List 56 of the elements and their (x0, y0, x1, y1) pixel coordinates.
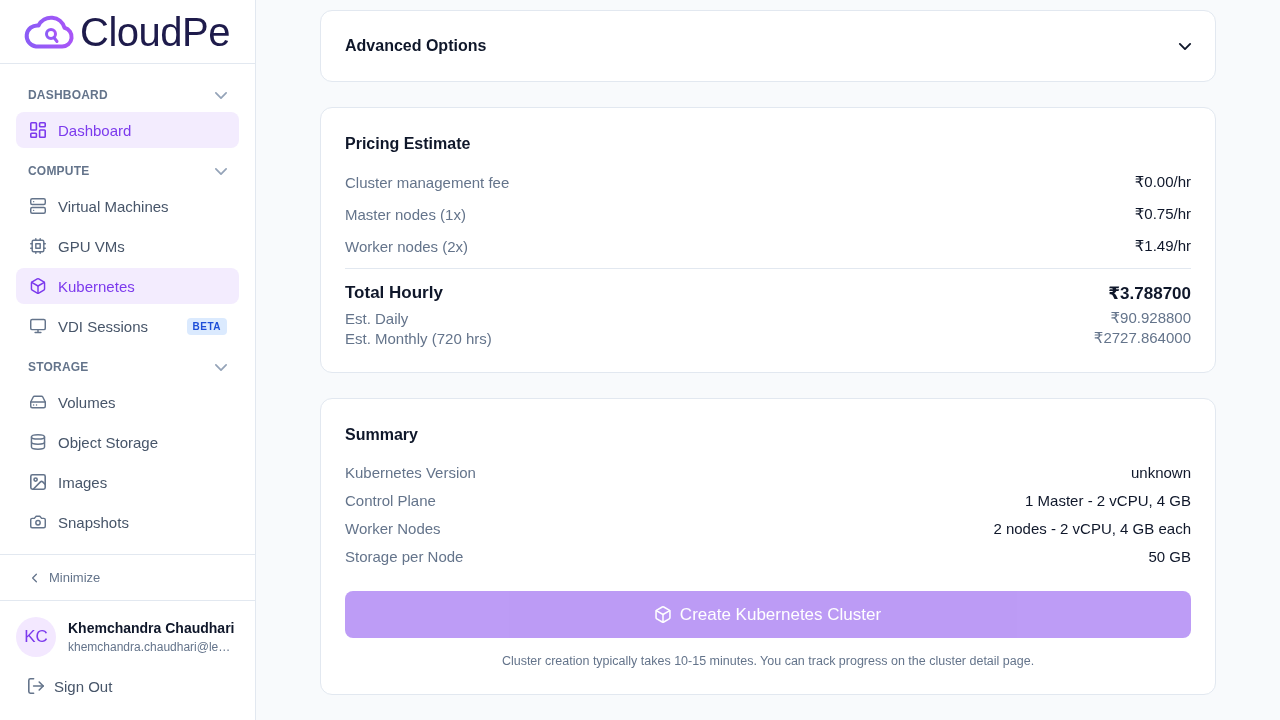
price-label: Worker nodes (2x) (345, 237, 469, 255)
cube-icon (30, 278, 46, 294)
sidebar-item[interactable]: Dashboard (16, 112, 239, 148)
section-header[interactable]: COMPUTE (16, 156, 239, 186)
section-header[interactable]: STORAGE (16, 352, 239, 382)
summary-value: 2 nodes - 2 vCPU, 4 GB each (993, 519, 1191, 537)
estimate-label: Est. Monthly (720 hrs) (345, 329, 492, 347)
price-value: ₹0.00/hr (1134, 173, 1191, 191)
estimate-value: ₹2727.864000 (1093, 329, 1191, 347)
sidebar-item[interactable]: Snapshots (16, 504, 239, 540)
database-icon (30, 434, 46, 450)
summary-label: Worker Nodes (345, 519, 441, 537)
price-label: Cluster management fee (345, 173, 510, 191)
camera-icon (30, 514, 46, 530)
summary-label: Control Plane (345, 491, 436, 509)
server-icon (30, 198, 46, 214)
section-title: Summary (345, 425, 419, 445)
price-value: ₹0.75/hr (1134, 205, 1191, 223)
dashboard-grid-icon (30, 122, 46, 138)
sidebar-item[interactable]: Virtual Machines (16, 188, 239, 224)
user-name: Khemchandra Chaudhari (68, 620, 235, 636)
chevron-left-icon (32, 572, 37, 583)
helper-text: Cluster creation typically takes 10-15 minutes. You can track progress on the cluster detail page. (500, 653, 1036, 670)
hard-drive-icon (30, 394, 46, 410)
sign-out-button[interactable]: Sign Out (16, 674, 117, 698)
summary-label: Kubernetes Version (345, 463, 476, 481)
total-value: ₹3.788700 (1108, 282, 1191, 304)
section-title: Pricing Estimate (345, 134, 472, 154)
advanced-options-toggle[interactable]: Advanced Options (345, 35, 1191, 57)
logo-cloud-icon (24, 14, 74, 49)
monitor-icon (30, 318, 46, 334)
summary-value: 50 GB (1148, 547, 1191, 565)
logo-text: CloudPe (80, 11, 230, 52)
beta-badge: BETA (186, 317, 227, 335)
avatar: KC (16, 617, 56, 657)
sidebar-item[interactable]: Kubernetes (16, 268, 239, 304)
user-email: khemchandra.chaudhari@le… (68, 640, 232, 654)
price-label: Master nodes (1x) (345, 205, 466, 223)
estimate-value: ₹90.928800 (1110, 309, 1191, 327)
image-icon (30, 474, 46, 490)
sidebar-item[interactable]: Object Storage (16, 424, 239, 460)
log-out-icon (28, 678, 44, 694)
cpu-chip-icon (30, 238, 46, 254)
summary-value: 1 Master - 2 vCPU, 4 GB (1025, 491, 1191, 509)
minimize-button[interactable]: Minimize (16, 563, 105, 592)
total-label: Total Hourly (345, 283, 443, 303)
sidebar-item[interactable]: Images (16, 464, 239, 500)
sidebar-item[interactable]: Volumes (16, 384, 239, 420)
cube-icon (654, 606, 671, 623)
summary-label: Storage per Node (345, 547, 464, 565)
summary-value: unknown (1130, 463, 1191, 481)
section-header[interactable]: DASHBOARD (16, 80, 239, 110)
sidebar-item[interactable]: VDI Sessions BETA (16, 308, 239, 344)
sidebar-item[interactable]: GPU VMs (16, 228, 239, 264)
price-value: ₹1.49/hr (1134, 237, 1191, 255)
estimate-label: Est. Daily (345, 309, 409, 327)
